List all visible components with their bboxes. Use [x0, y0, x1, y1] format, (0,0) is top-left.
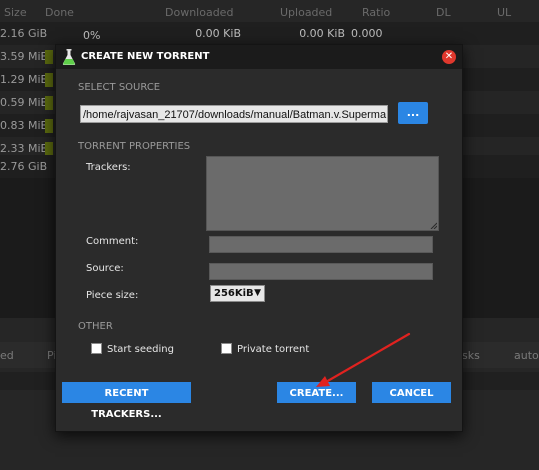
- progress-bar: [45, 50, 53, 64]
- recent-trackers-button[interactable]: RECENT TRACKERS...: [62, 382, 191, 420]
- dropdown-arrow-icon: ▼: [254, 288, 261, 298]
- select-source-heading: SELECT SOURCE: [78, 82, 161, 93]
- progress-bar: [45, 119, 53, 133]
- resize-grip-icon[interactable]: [430, 222, 437, 229]
- trackers-textarea[interactable]: [206, 156, 439, 231]
- row-done: 0%: [83, 29, 101, 42]
- column-ul[interactable]: UL: [497, 6, 511, 19]
- row-uploaded: 0.00 KiB: [299, 27, 345, 40]
- tab-partial-1[interactable]: ed: [0, 349, 14, 362]
- comment-input[interactable]: [209, 236, 433, 253]
- row-size: 0.59 MiB: [0, 96, 49, 109]
- source-path-input[interactable]: /home/rajvasan_21707/downloads/manual/Ba…: [80, 105, 388, 123]
- column-uploaded[interactable]: Uploaded: [280, 6, 332, 19]
- other-heading: OTHER: [78, 321, 113, 332]
- row-size: 3.59 MiB: [0, 50, 49, 63]
- trackers-label: Trackers:: [86, 162, 131, 173]
- tab-partial-4[interactable]: autoc: [514, 349, 539, 362]
- row-size: 2.33 MiB: [0, 142, 49, 155]
- column-ratio[interactable]: Ratio: [362, 6, 390, 19]
- piece-size-value: 256KiB: [214, 288, 254, 299]
- dialog-titlebar[interactable]: CREATE NEW TORRENT ✕: [56, 45, 462, 69]
- source-label: Source:: [86, 263, 124, 274]
- dialog-title: CREATE NEW TORRENT: [81, 51, 210, 62]
- browse-button[interactable]: ...: [398, 102, 428, 124]
- row-downloaded: 0.00 KiB: [195, 27, 241, 40]
- column-size[interactable]: Size: [4, 6, 27, 19]
- torrent-properties-heading: TORRENT PROPERTIES: [78, 141, 191, 152]
- cancel-button[interactable]: CANCEL: [372, 382, 451, 403]
- comment-label: Comment:: [86, 236, 139, 247]
- row-size: 2.16 GiB: [0, 27, 48, 40]
- source-input[interactable]: [209, 263, 433, 280]
- row-size: 1.29 MiB: [0, 73, 49, 86]
- start-seeding-checkbox[interactable]: [91, 343, 102, 354]
- column-downloaded[interactable]: Downloaded: [165, 6, 233, 19]
- piece-size-label: Piece size:: [86, 290, 139, 301]
- row-size: 2.76 GiB: [0, 160, 48, 173]
- progress-bar: [45, 142, 53, 156]
- create-torrent-dialog: CREATE NEW TORRENT ✕ SELECT SOURCE /home…: [55, 44, 463, 432]
- progress-bar: [45, 96, 53, 110]
- close-icon: ✕: [444, 51, 454, 62]
- piece-size-select[interactable]: 256KiB ▼: [210, 285, 265, 302]
- table-row[interactable]: 2.16 GiB 0% 0.00 KiB 0.00 KiB 0.000: [0, 22, 539, 45]
- column-dl[interactable]: DL: [436, 6, 451, 19]
- start-seeding-label[interactable]: Start seeding: [107, 344, 174, 355]
- row-size: 0.83 MiB: [0, 119, 49, 132]
- private-torrent-label[interactable]: Private torrent: [237, 344, 309, 355]
- row-ratio: 0.000: [351, 27, 383, 40]
- tab-partial-3[interactable]: sks: [462, 349, 480, 362]
- create-button[interactable]: CREATE...: [277, 382, 356, 403]
- private-torrent-checkbox[interactable]: [221, 343, 232, 354]
- progress-bar: [45, 73, 53, 87]
- column-done[interactable]: Done: [45, 6, 74, 19]
- close-button[interactable]: ✕: [442, 50, 456, 64]
- flask-icon: [62, 49, 76, 65]
